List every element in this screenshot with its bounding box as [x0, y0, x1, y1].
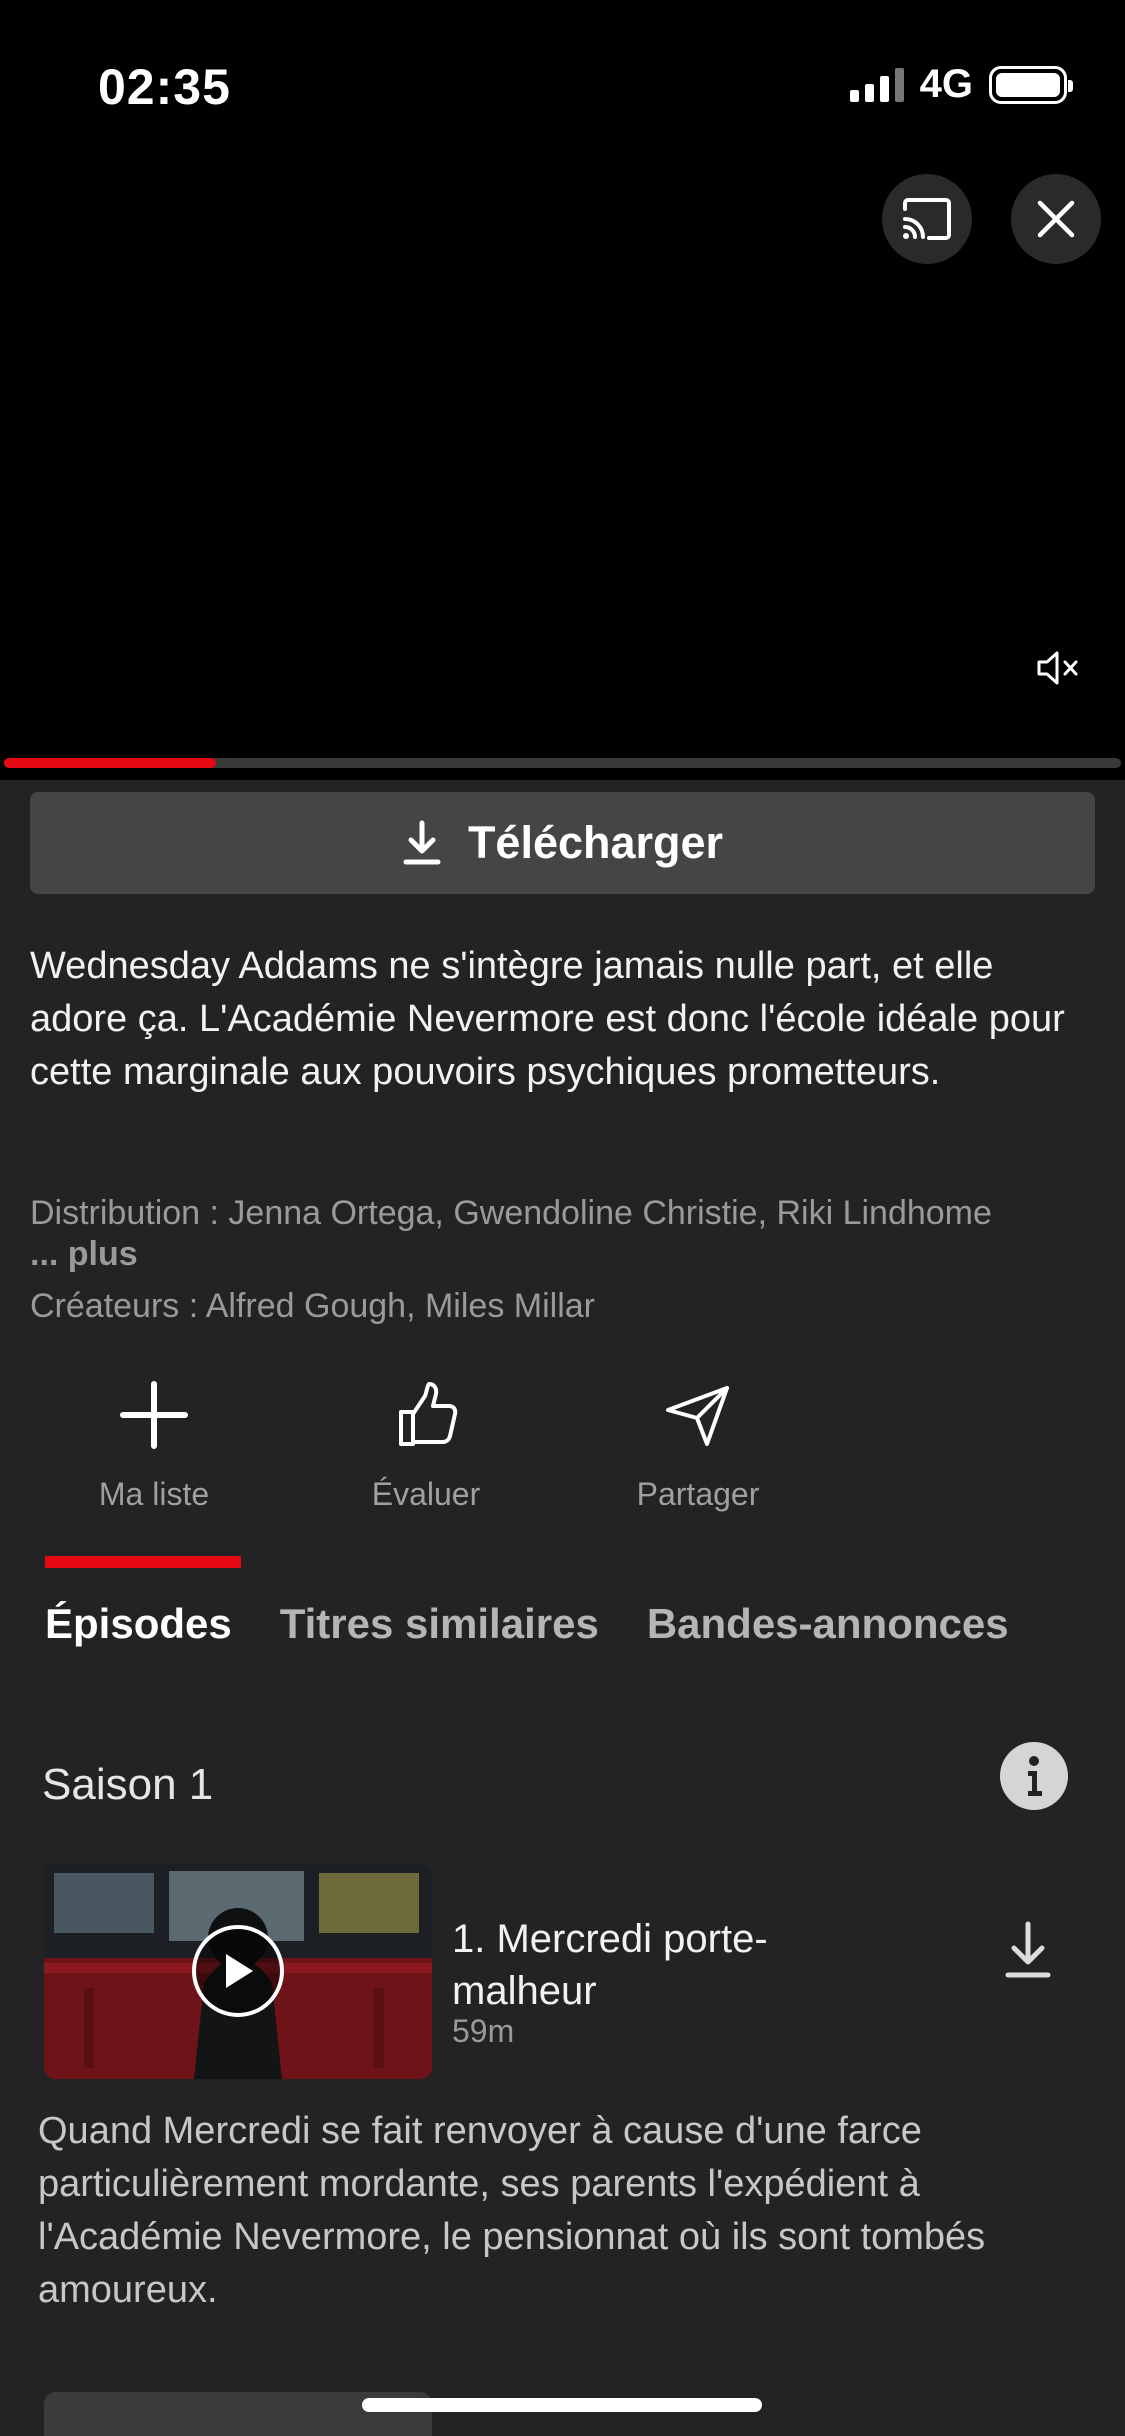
cast-more-link[interactable]: ... plus [30, 1235, 138, 1274]
status-bar: 02:35 4G [0, 0, 1125, 140]
thumbs-up-icon [399, 1382, 458, 1446]
title-details: Télécharger Wednesday Addams ne s'intègr… [0, 780, 1125, 2436]
season-selector[interactable]: Saison 1 [42, 1760, 213, 1810]
action-row: Ma liste Évaluer Partager [0, 1370, 1125, 1513]
network-type: 4G [919, 62, 973, 106]
cast-icon [903, 198, 951, 240]
my-list-label: Ma liste [98, 1476, 210, 1512]
battery-icon [989, 65, 1073, 104]
share-button[interactable]: Partager [588, 1370, 808, 1513]
close-icon [1037, 200, 1075, 238]
download-label: Télécharger [467, 817, 724, 868]
close-button[interactable] [1011, 174, 1101, 264]
download-icon [403, 820, 441, 865]
active-tab-indicator [45, 1556, 241, 1568]
episode-row[interactable]: 1. Mercredi porte-malheur 59m [44, 1863, 1084, 2083]
episode-title[interactable]: 1. Mercredi porte-malheur [452, 1913, 772, 2017]
share-label: Partager [636, 1476, 760, 1512]
episode-duration: 59m [452, 2013, 515, 2049]
download-icon [1005, 1921, 1051, 1978]
episode-download-button[interactable] [1004, 1921, 1052, 1984]
info-button[interactable] [1000, 1742, 1068, 1810]
status-time: 02:35 [98, 59, 231, 115]
home-indicator [362, 2398, 762, 2412]
plus-icon [120, 1381, 188, 1449]
tab-similar-titles[interactable]: Titres similaires [280, 1600, 599, 1648]
video-progress-played [4, 758, 217, 768]
download-button[interactable]: Télécharger [30, 792, 1095, 894]
status-indicators: 4G [849, 62, 1073, 107]
cast-list: Distribution : Jenna Ortega, Gwendoline … [30, 1194, 992, 1232]
tab-episodes[interactable]: Épisodes [45, 1600, 232, 1648]
tab-bar: Épisodes Titres similaires Bandes-annonc… [45, 1600, 1009, 1648]
play-icon [226, 1954, 253, 1988]
rate-label: Évaluer [371, 1476, 481, 1512]
episode-thumbnail[interactable] [44, 1863, 432, 2079]
rate-button[interactable]: Évaluer [316, 1370, 536, 1513]
creators-list: Créateurs : Alfred Gough, Miles Millar [30, 1287, 595, 1325]
synopsis: Wednesday Addams ne s'intègre jamais nul… [30, 945, 1065, 1093]
play-button[interactable] [192, 1925, 284, 2017]
video-progress-bar[interactable] [4, 758, 1121, 768]
episode-description: Quand Mercredi se fait renvoyer à cause … [38, 2110, 986, 2311]
tab-trailers[interactable]: Bandes-annonces [647, 1600, 1009, 1648]
cast-button[interactable] [882, 174, 972, 264]
mute-button[interactable] [1036, 650, 1080, 691]
share-icon [666, 1386, 729, 1446]
info-icon [1028, 1756, 1042, 1796]
my-list-button[interactable]: Ma liste [44, 1370, 264, 1513]
cellular-signal-icon [849, 67, 904, 102]
speaker-muted-icon [1037, 651, 1078, 685]
